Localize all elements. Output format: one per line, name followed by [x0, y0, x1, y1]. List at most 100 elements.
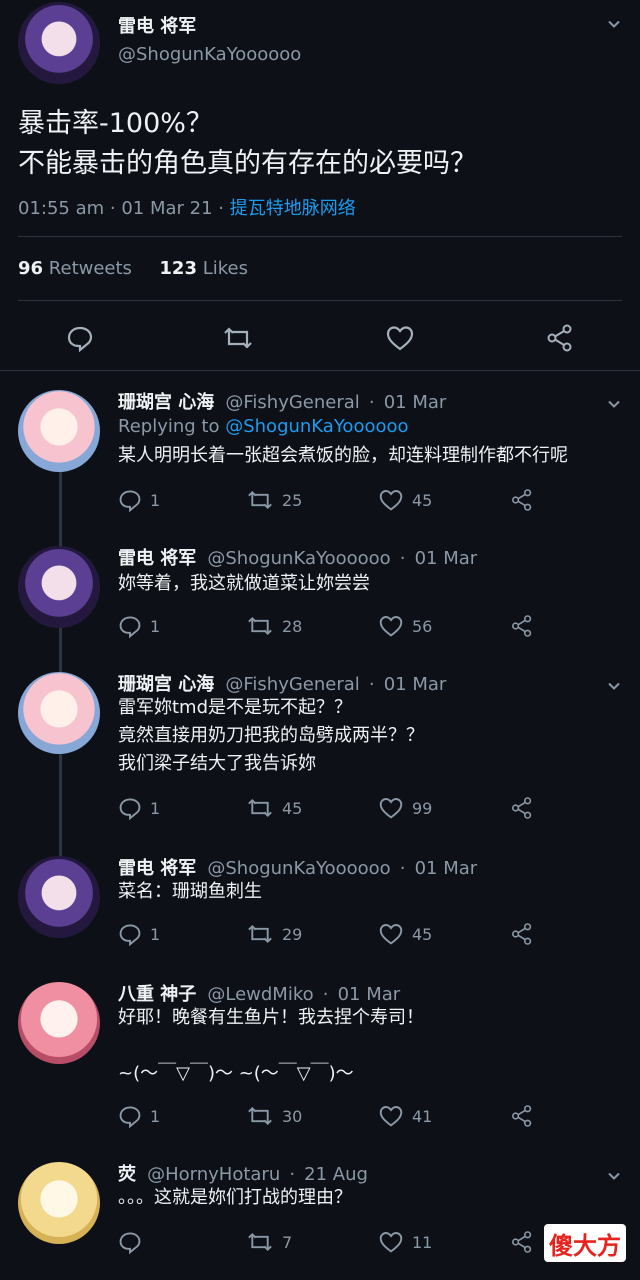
reply-count: 1	[150, 1106, 161, 1126]
avatar[interactable]	[18, 672, 100, 754]
reply-header: 雷电 将军 @ShogunKaYoooooo · 01 Mar	[118, 544, 477, 569]
like-count[interactable]: 123	[159, 258, 197, 279]
reply-separator: ·	[322, 984, 329, 1005]
share-action[interactable]	[510, 486, 534, 514]
like-action[interactable]: 56	[378, 612, 432, 640]
retweet-action[interactable]: 25	[246, 486, 302, 514]
like-action[interactable]: 99	[378, 794, 432, 822]
reply-author-name: 雷电 将军	[118, 548, 197, 569]
like-count: 45	[412, 490, 433, 510]
retweet-icon	[248, 924, 272, 944]
share-action[interactable]	[510, 1102, 534, 1130]
retweet-label[interactable]: Retweets	[49, 258, 132, 279]
avatar[interactable]	[18, 1162, 100, 1244]
like-action[interactable]: 45	[378, 920, 432, 948]
reply-text: 好耶！晚餐有生鱼片！我去捏个寿司！ ~(～￣▽￣)～ ~(～￣▽￣)～	[118, 1007, 424, 1084]
heart-icon[interactable]	[385, 324, 415, 352]
reply-action[interactable]: 1	[118, 1102, 160, 1130]
author-name: 雷电 将军	[118, 16, 197, 37]
reply-action-bar: 1 45 99	[118, 794, 538, 822]
retweet-action[interactable]: 7	[246, 1228, 292, 1256]
reply-author-name: 八重 神子	[118, 984, 197, 1005]
retweet-icon	[248, 1106, 272, 1126]
retweet-count[interactable]: 96	[18, 258, 43, 279]
reply-icon	[119, 798, 141, 820]
reply-action[interactable]: 1	[118, 612, 160, 640]
reply-tweet: 八重 神子 @LewdMiko · 01 Mar 好耶！晚餐有生鱼片！我去捏个寿…	[0, 980, 640, 1130]
reply-tweet: 珊瑚宫 心海 @FishyGeneral · 01 Mar 雷军妳tmd是不是玩…	[0, 670, 640, 840]
avatar[interactable]	[18, 390, 100, 472]
author-handle: @ShogunKaYoooooo	[118, 44, 302, 65]
reply-action-bar: 1 25 45	[118, 486, 538, 514]
reply-action-bar: 1 29 45	[118, 920, 538, 948]
retweet-action[interactable]: 45	[246, 794, 302, 822]
tweet-text-line-1: 暴击率-100%？	[18, 108, 213, 139]
share-action[interactable]	[510, 794, 534, 822]
reply-header: 八重 神子 @LewdMiko · 01 Mar	[118, 980, 401, 1005]
like-action[interactable]: 41	[378, 1102, 432, 1130]
reply-action-bar: 1 30 41	[118, 1102, 538, 1130]
reply-action-bar: 1 28 56	[118, 612, 538, 640]
reply-separator: ·	[368, 674, 375, 695]
reply-separator: ·	[289, 1164, 296, 1185]
reply-count: 1	[150, 616, 161, 636]
reply-action[interactable]	[118, 1228, 150, 1256]
reply-author-name: 珊瑚宫 心海	[118, 392, 215, 413]
chevron-down-icon[interactable]	[608, 398, 620, 410]
heart-icon	[379, 616, 403, 637]
reply-author-name: 珊瑚宫 心海	[118, 674, 215, 695]
reply-separator: ·	[399, 858, 406, 879]
like-action[interactable]: 11	[378, 1228, 432, 1256]
reply-text: 菜名：珊瑚鱼刺生	[118, 881, 262, 902]
reply-time: 01 Mar	[337, 984, 401, 1005]
like-action[interactable]: 45	[378, 486, 432, 514]
share-icon	[512, 615, 532, 637]
chevron-down-icon[interactable]	[608, 1170, 620, 1182]
main-tweet: 雷电 将军 @ShogunKaYoooooo 暴击率-100%？ 不能暴击的角色…	[0, 0, 640, 370]
like-label[interactable]: Likes	[203, 258, 248, 279]
reply-text: 某人明明长着一张超会煮饭的脸，却连料理制作都不行呢	[118, 445, 568, 466]
tweet-text: 暴击率-100%？ 不能暴击的角色真的有存在的必要吗？	[18, 104, 477, 184]
share-icon	[512, 489, 532, 511]
reply-action-bar: 7 11	[118, 1228, 538, 1256]
reply-author-name: 荧	[118, 1164, 136, 1185]
heart-icon	[379, 1106, 403, 1127]
tweet-stats: 96 Retweets 123 Likes	[18, 258, 248, 279]
reply-action[interactable]: 1	[118, 794, 160, 822]
reply-text: 。。。这就是妳们打战的理由？	[118, 1187, 352, 1208]
avatar[interactable]	[18, 856, 100, 938]
share-action[interactable]	[510, 612, 534, 640]
chevron-down-icon[interactable]	[608, 18, 620, 30]
reply-icon	[119, 490, 141, 512]
reply-icon	[119, 1106, 141, 1128]
retweet-action[interactable]: 28	[246, 612, 302, 640]
heart-icon	[379, 924, 403, 945]
reply-icon	[119, 1232, 141, 1254]
chevron-down-icon[interactable]	[608, 680, 620, 692]
reply-action[interactable]: 1	[118, 920, 160, 948]
avatar[interactable]	[18, 2, 100, 84]
reply-header: 珊瑚宫 心海 @FishyGeneral · 01 Mar	[118, 670, 446, 695]
avatar[interactable]	[18, 546, 100, 628]
share-icon[interactable]	[545, 323, 575, 353]
like-count: 11	[412, 1232, 433, 1252]
retweet-icon[interactable]	[222, 324, 254, 352]
like-count: 99	[412, 798, 433, 818]
retweet-action[interactable]: 30	[246, 1102, 302, 1130]
tweet-time: 01:55 am · 01 Mar 21 ·	[18, 198, 224, 219]
replying-to-label: Replying to	[118, 416, 220, 437]
reply-author-handle: @ShogunKaYoooooo	[207, 548, 391, 569]
retweet-icon	[248, 616, 272, 636]
replying-to-mention[interactable]: @ShogunKaYoooooo	[225, 416, 408, 437]
retweet-action[interactable]: 29	[246, 920, 302, 948]
reply-author-handle: @HornyHotaru	[147, 1164, 281, 1185]
share-action[interactable]	[510, 920, 534, 948]
tweet-source-link[interactable]: 提瓦特地脉网络	[230, 198, 356, 219]
watermark: 傻大方	[544, 1224, 626, 1262]
reply-author-handle: @FishyGeneral	[225, 674, 360, 695]
reply-action[interactable]: 1	[118, 486, 160, 514]
avatar[interactable]	[18, 982, 100, 1064]
reply-icon[interactable]	[66, 324, 94, 352]
reply-header: 雷电 将军 @ShogunKaYoooooo · 01 Mar	[118, 854, 477, 879]
share-action[interactable]	[510, 1228, 534, 1256]
